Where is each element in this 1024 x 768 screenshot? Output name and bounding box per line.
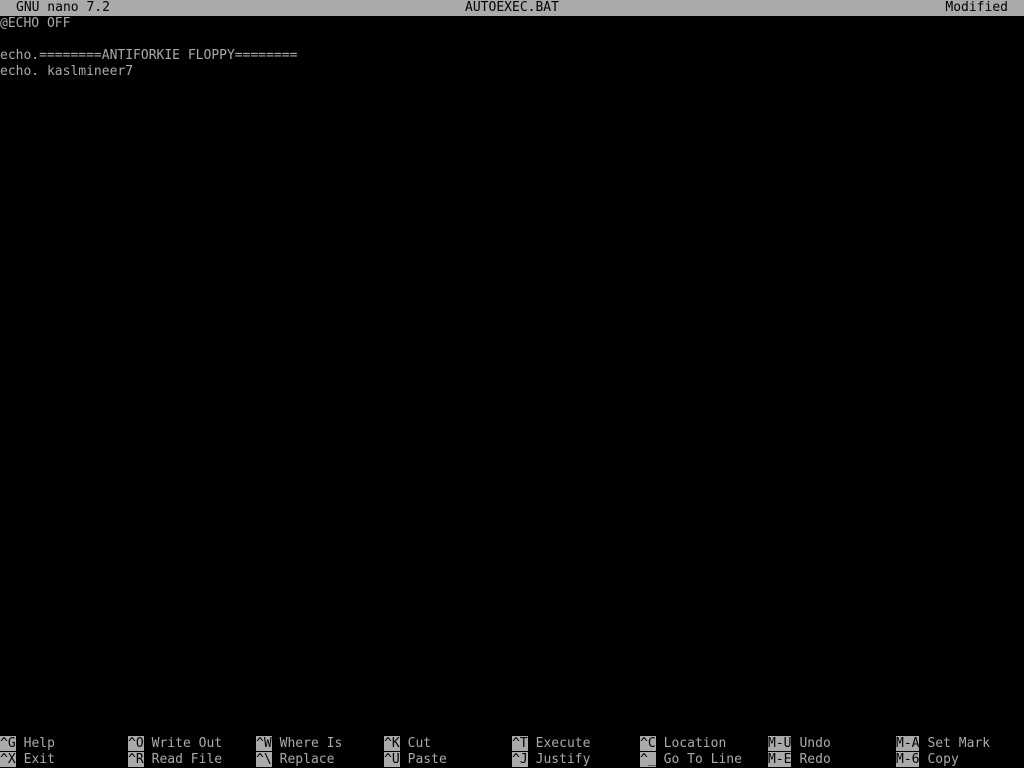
buffer-line[interactable]: echo. kaslmineer7 bbox=[0, 64, 1024, 80]
shortcut-bar: ^G Help ^O Write Out ^W Where Is ^K Cut ^T Ex… bbox=[0, 736, 1024, 768]
shortcut-label: Write Out bbox=[151, 736, 223, 751]
buffer-line[interactable] bbox=[0, 32, 1024, 48]
shortcut-label: Where Is bbox=[279, 736, 343, 751]
shortcut-location[interactable]: ^C Location bbox=[640, 736, 726, 752]
shortcut-key: ^J bbox=[512, 752, 528, 767]
shortcut-label: Justify bbox=[535, 752, 591, 767]
shortcut-key: ^R bbox=[128, 752, 144, 767]
shortcut-key: M-A bbox=[896, 736, 920, 751]
text-editor-area[interactable]: @ECHO OFF echo.========ANTIFORKIE FLOPPY… bbox=[0, 16, 1024, 736]
shortcut-label: Location bbox=[663, 736, 727, 751]
title-bar: GNU nano 7.2 AUTOEXEC.BAT Modified bbox=[0, 0, 1024, 16]
shortcut-row-1: ^G Help ^O Write Out ^W Where Is ^K Cut ^T Ex… bbox=[0, 736, 1024, 752]
shortcut-label: Execute bbox=[535, 736, 591, 751]
shortcut-key: ^O bbox=[128, 736, 144, 751]
shortcut-set-mark[interactable]: M-A Set Mark bbox=[896, 736, 990, 752]
shortcut-key: ^U bbox=[384, 752, 400, 767]
shortcut-redo[interactable]: M-E Redo bbox=[768, 752, 831, 768]
shortcut-label: Copy bbox=[927, 752, 959, 767]
shortcut-label: Help bbox=[23, 736, 55, 751]
buffer-line[interactable]: echo.========ANTIFORKIE FLOPPY======== bbox=[0, 48, 1024, 64]
shortcut-key: ^W bbox=[256, 736, 272, 751]
shortcut-key: ^T bbox=[512, 736, 528, 751]
shortcut-undo[interactable]: M-U Undo bbox=[768, 736, 831, 752]
shortcut-paste[interactable]: ^U Paste bbox=[384, 752, 447, 768]
modified-status: Modified bbox=[945, 0, 1008, 15]
shortcut-row-2: ^X Exit ^R Read File ^\ Replace ^U Paste ^J J… bbox=[0, 752, 1024, 768]
shortcut-key: M-U bbox=[768, 736, 792, 751]
shortcut-key: ^G bbox=[0, 736, 16, 751]
shortcut-read-file[interactable]: ^R Read File bbox=[128, 752, 222, 768]
shortcut-justify[interactable]: ^J Justify bbox=[512, 752, 590, 768]
shortcut-cut[interactable]: ^K Cut bbox=[384, 736, 431, 752]
shortcut-replace[interactable]: ^\ Replace bbox=[256, 752, 334, 768]
shortcut-label: Read File bbox=[151, 752, 223, 767]
shortcut-label: Go To Line bbox=[663, 752, 742, 767]
shortcut-write-out[interactable]: ^O Write Out bbox=[128, 736, 222, 752]
shortcut-go-to-line[interactable]: ^_ Go To Line bbox=[640, 752, 742, 768]
shortcut-label: Undo bbox=[799, 736, 831, 751]
shortcut-label: Cut bbox=[407, 736, 432, 751]
shortcut-exit[interactable]: ^X Exit bbox=[0, 752, 55, 768]
shortcut-label: Set Mark bbox=[927, 736, 991, 751]
file-name: AUTOEXEC.BAT bbox=[465, 0, 559, 15]
buffer-line[interactable]: @ECHO OFF bbox=[0, 16, 1024, 32]
shortcut-key: ^\ bbox=[256, 752, 272, 767]
shortcut-key: M-E bbox=[768, 752, 792, 767]
shortcut-label: Redo bbox=[799, 752, 831, 767]
shortcut-copy[interactable]: M-6 Copy bbox=[896, 752, 959, 768]
shortcut-execute[interactable]: ^T Execute bbox=[512, 736, 590, 752]
shortcut-label: Paste bbox=[407, 752, 447, 767]
shortcut-help[interactable]: ^G Help bbox=[0, 736, 55, 752]
shortcut-where-is[interactable]: ^W Where Is bbox=[256, 736, 342, 752]
shortcut-key: ^C bbox=[640, 736, 656, 751]
shortcut-label: Replace bbox=[279, 752, 335, 767]
shortcut-key: M-6 bbox=[896, 752, 920, 767]
shortcut-key: ^K bbox=[384, 736, 400, 751]
shortcut-label: Exit bbox=[23, 752, 55, 767]
shortcut-key: ^_ bbox=[640, 752, 656, 767]
shortcut-key: ^X bbox=[0, 752, 16, 767]
